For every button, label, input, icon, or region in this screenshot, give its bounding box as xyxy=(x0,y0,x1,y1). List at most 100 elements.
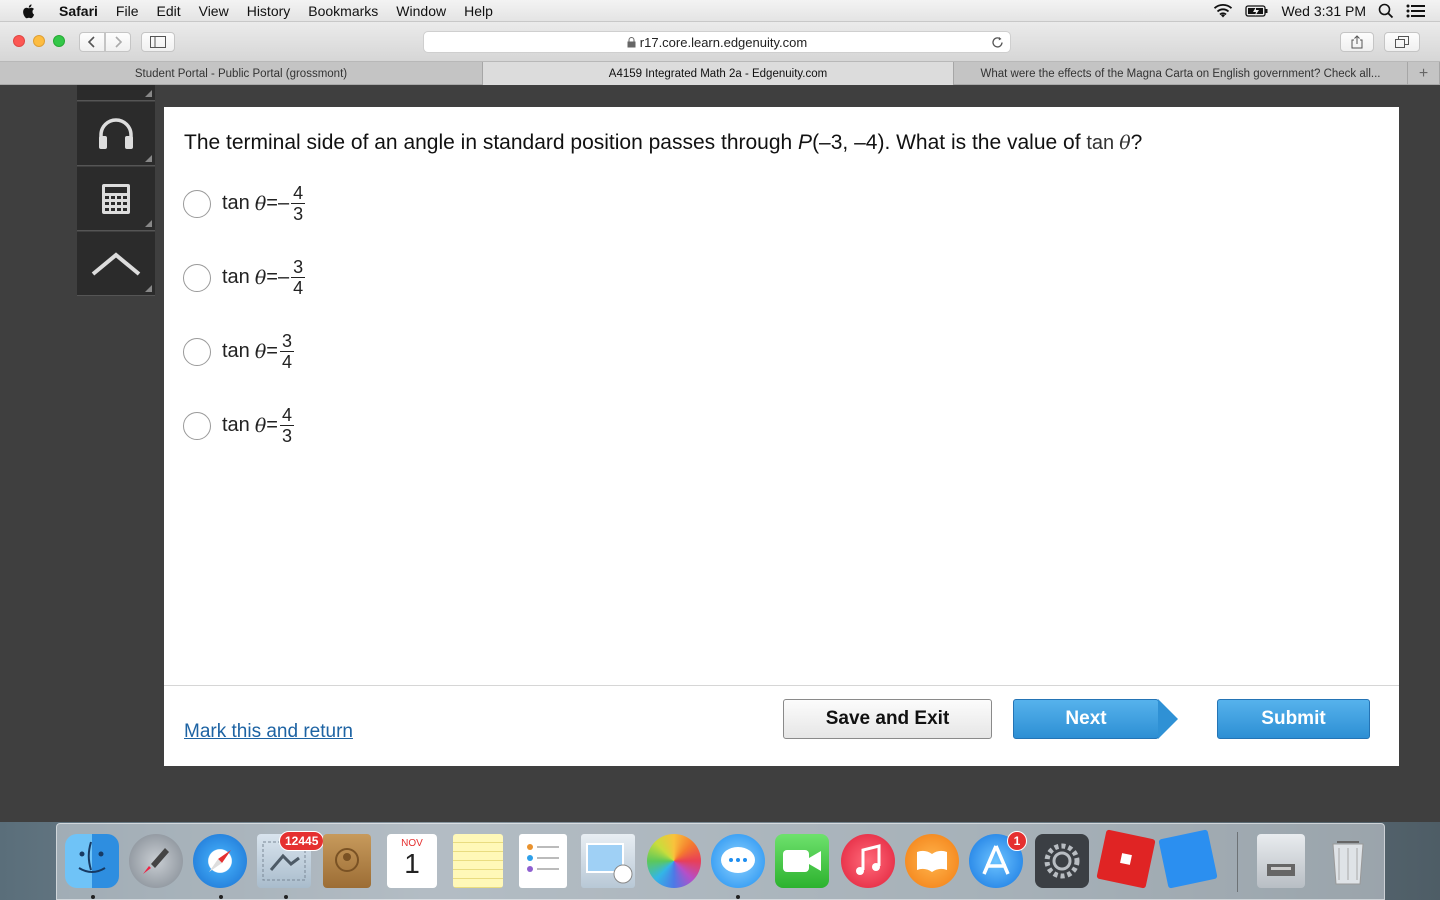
radio-button[interactable] xyxy=(183,263,211,292)
open-book-icon xyxy=(917,850,947,872)
save-and-exit-button[interactable]: Save and Exit xyxy=(783,699,992,739)
denominator: 3 xyxy=(281,426,292,446)
menu-file[interactable]: File xyxy=(116,3,139,19)
notes-icon[interactable] xyxy=(453,834,503,888)
finder-icon[interactable] xyxy=(65,834,119,888)
share-button[interactable] xyxy=(1340,32,1374,52)
lock-icon xyxy=(627,36,636,47)
theta-symbol: θ xyxy=(254,266,267,289)
running-indicator xyxy=(91,895,95,899)
answer-option-3[interactable]: tan θ = 34 xyxy=(183,331,294,372)
next-button[interactable]: Next xyxy=(1013,699,1159,739)
roblox-icon[interactable] xyxy=(1096,829,1156,889)
menu-app-name[interactable]: Safari xyxy=(59,3,98,19)
tool-partial[interactable] xyxy=(77,85,155,101)
answer-option-1[interactable]: tan θ = – 43 xyxy=(183,183,306,224)
mark-and-return-link[interactable]: Mark this and return xyxy=(184,721,353,743)
fn-name: tan xyxy=(222,266,250,288)
tab-edgenuity[interactable]: A4159 Integrated Math 2a - Edgenuity.com xyxy=(483,62,954,85)
reminders-icon[interactable] xyxy=(519,834,567,888)
itunes-icon[interactable] xyxy=(841,834,895,888)
person-icon xyxy=(335,848,359,872)
facetime-icon[interactable] xyxy=(775,834,829,888)
chevron-right-icon xyxy=(115,36,123,48)
messages-icon[interactable] xyxy=(711,834,765,888)
answer-expression: tan θ = – 34 xyxy=(222,257,306,298)
menu-window[interactable]: Window xyxy=(396,3,446,19)
answer-expression: tan θ = 43 xyxy=(222,405,294,446)
finder-face-icon xyxy=(78,841,106,873)
trash-icon[interactable] xyxy=(1321,834,1375,888)
calculator-tool-button[interactable] xyxy=(77,167,155,231)
question-prefix: The terminal side of an angle in standar… xyxy=(184,131,799,154)
answer-option-4[interactable]: tan θ = 43 xyxy=(183,405,294,446)
sidebar-icon xyxy=(150,36,166,48)
ibooks-icon[interactable] xyxy=(905,834,959,888)
zoom-window-button[interactable] xyxy=(53,35,65,47)
system-preferences-icon[interactable] xyxy=(1035,834,1089,888)
apple-icon[interactable] xyxy=(20,2,38,20)
battery-icon[interactable] xyxy=(1245,4,1269,18)
launchpad-icon[interactable] xyxy=(129,834,183,888)
caret-up-icon xyxy=(91,251,141,276)
roblox-studio-icon[interactable] xyxy=(1158,829,1218,889)
address-bar[interactable]: r17.core.learn.edgenuity.com xyxy=(423,31,1011,53)
equals-sign: = xyxy=(266,192,278,214)
answer-expression: tan θ = – 43 xyxy=(222,183,306,224)
preview-icon[interactable] xyxy=(581,834,635,888)
notification-center-icon[interactable] xyxy=(1406,4,1426,18)
dock: 12445 NOV 1 1 xyxy=(56,823,1385,900)
show-all-tabs-button[interactable] xyxy=(1384,32,1420,52)
tab-label: What were the effects of the Magna Carta… xyxy=(980,67,1381,80)
point-coordinates: (–3, –4) xyxy=(812,131,885,154)
radio-button[interactable] xyxy=(183,189,211,218)
submit-button[interactable]: Submit xyxy=(1217,699,1370,739)
calendar-day: 1 xyxy=(404,848,420,879)
tab-bar: Student Portal - Public Portal (grossmon… xyxy=(0,62,1440,85)
safari-icon[interactable] xyxy=(193,834,247,888)
calendar-icon[interactable]: NOV 1 xyxy=(387,834,437,888)
compass-icon xyxy=(209,850,231,872)
back-button[interactable] xyxy=(79,32,105,52)
menu-view[interactable]: View xyxy=(199,3,229,19)
running-indicator xyxy=(219,895,223,899)
forward-button[interactable] xyxy=(105,32,131,52)
photos-icon[interactable] xyxy=(647,834,701,888)
radio-button[interactable] xyxy=(183,411,211,440)
theta-symbol: θ xyxy=(254,340,267,363)
downloads-stack-icon[interactable] xyxy=(1257,834,1305,888)
sidebar-toggle-button[interactable] xyxy=(141,32,175,52)
menu-clock[interactable]: Wed 3:31 PM xyxy=(1281,3,1366,19)
equals-sign: = xyxy=(266,340,278,362)
audio-tool-button[interactable] xyxy=(77,102,155,166)
minus-sign: – xyxy=(277,192,290,214)
minimize-window-button[interactable] xyxy=(33,35,45,47)
checklist-icon xyxy=(527,844,559,872)
reload-icon[interactable] xyxy=(991,36,1004,49)
running-indicator xyxy=(736,895,740,899)
spotlight-search-icon[interactable] xyxy=(1378,3,1394,19)
menu-history[interactable]: History xyxy=(247,3,291,19)
collapse-tool-button[interactable] xyxy=(77,232,155,296)
menu-bar: Safari File Edit View History Bookmarks … xyxy=(0,0,1440,22)
next-arrow-icon[interactable] xyxy=(1158,699,1178,739)
tab-label: A4159 Integrated Math 2a - Edgenuity.com xyxy=(608,67,828,80)
denominator: 4 xyxy=(293,278,304,298)
contacts-icon[interactable] xyxy=(323,834,371,888)
wifi-icon[interactable] xyxy=(1213,3,1233,19)
menu-help[interactable]: Help xyxy=(464,3,493,19)
gear-icon xyxy=(1044,843,1080,879)
close-window-button[interactable] xyxy=(13,35,25,47)
numerator: 3 xyxy=(291,257,306,278)
menu-bookmarks[interactable]: Bookmarks xyxy=(308,3,378,19)
radio-button[interactable] xyxy=(183,337,211,366)
numerator: 3 xyxy=(279,331,294,352)
numerator: 4 xyxy=(291,183,306,204)
tab-student-portal[interactable]: Student Portal - Public Portal (grossmon… xyxy=(0,62,483,85)
tab-magna-carta[interactable]: What were the effects of the Magna Carta… xyxy=(954,62,1408,85)
fraction: 34 xyxy=(291,257,306,298)
speech-bubble-icon xyxy=(721,847,755,873)
new-tab-button[interactable]: + xyxy=(1408,62,1440,85)
menu-edit[interactable]: Edit xyxy=(156,3,180,19)
answer-option-2[interactable]: tan θ = – 34 xyxy=(183,257,306,298)
